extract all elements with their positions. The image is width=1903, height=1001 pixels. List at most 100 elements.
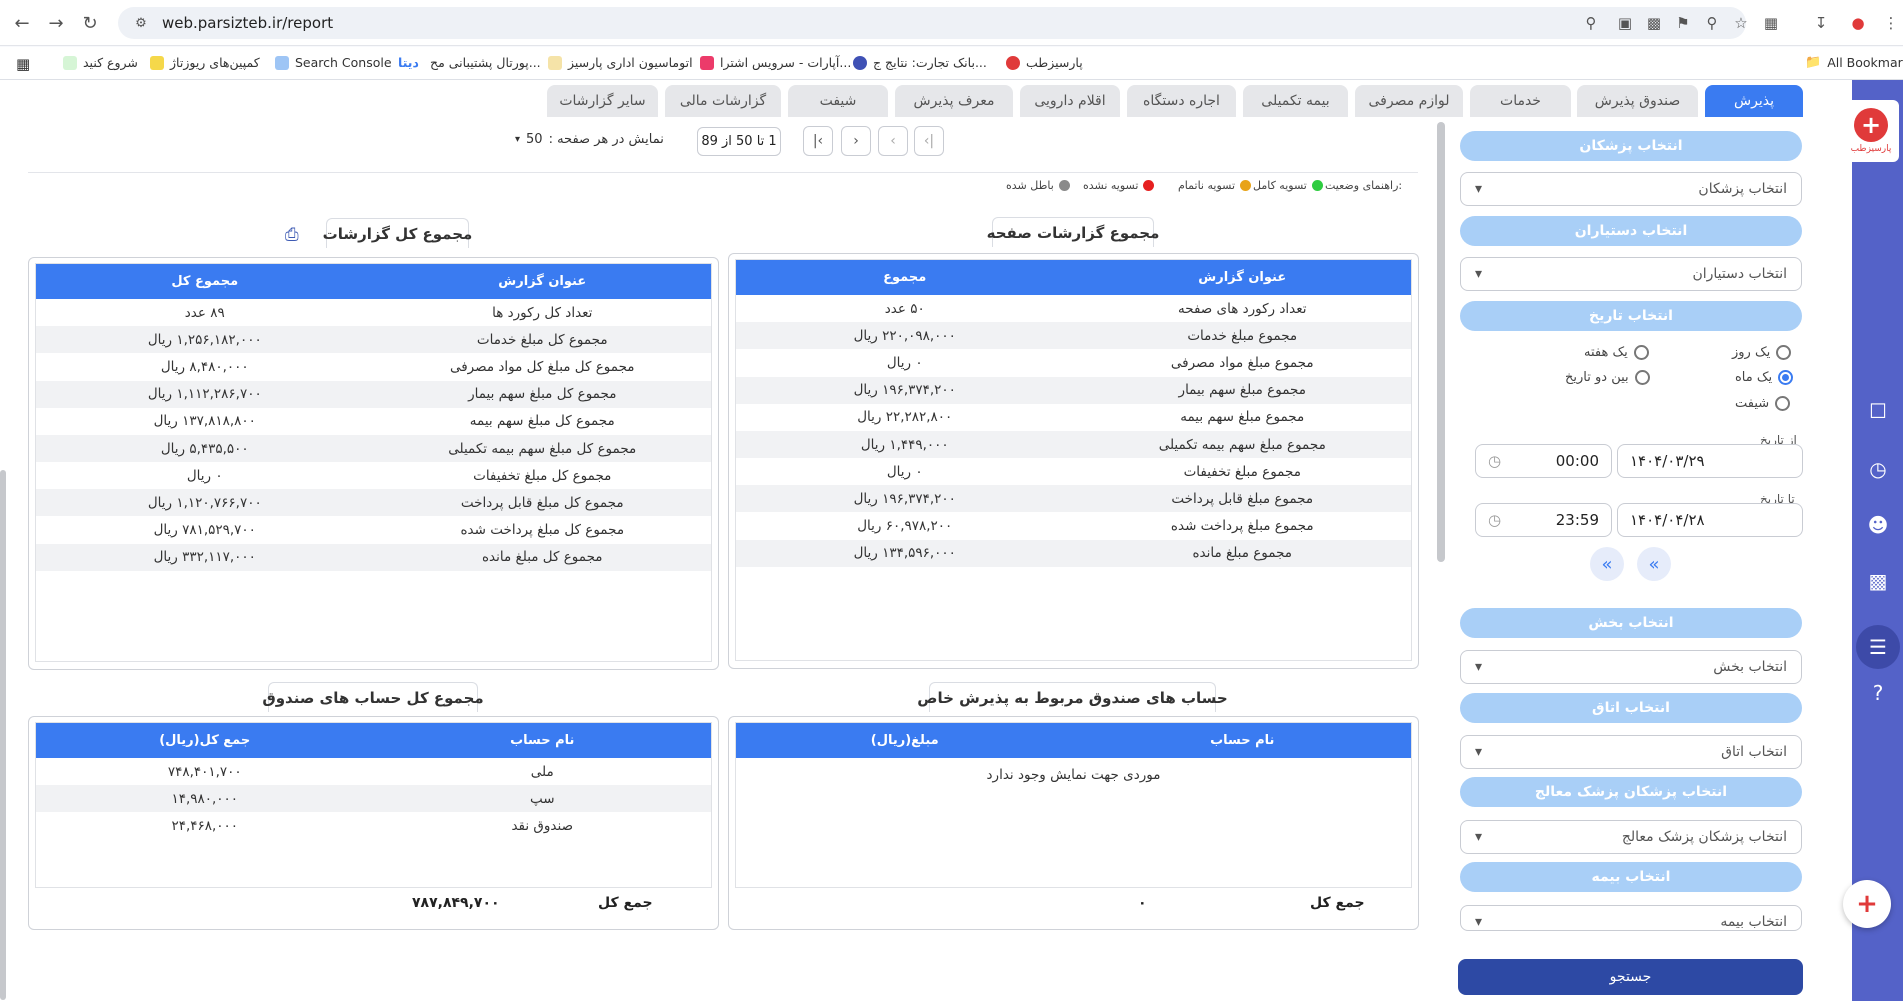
print-icon[interactable]: ⎙ (285, 225, 299, 245)
forward-icon[interactable]: → (44, 11, 68, 35)
install-app-icon[interactable]: ▣ (1614, 12, 1636, 34)
section-select[interactable]: ▾ انتخاب بخش (1460, 650, 1802, 684)
help-icon[interactable]: ? (1865, 680, 1891, 706)
logo-text: پارسیزطب (1850, 144, 1892, 154)
bookmark-item[interactable]: پورتال پشتیبانی مح... (430, 55, 541, 70)
radio-one-week[interactable]: یک هفته (1584, 345, 1649, 360)
bookmark-favicon-icon (63, 55, 77, 70)
radio-circle (1634, 370, 1650, 385)
tab-referrer[interactable]: معرف پذیرش (895, 85, 1013, 117)
table-row: ۱۴,۹۸۰,۰۰۰ سپ (36, 785, 711, 813)
tab-reception-fund[interactable]: صندوق پذیرش (1577, 85, 1698, 117)
tab-financial[interactable]: گزارشات مالی (665, 85, 781, 117)
row-value: ۱۹۶,۳۷۴,۲۰۰ ریال (853, 490, 956, 507)
select-room-button[interactable]: انتخاب اتاق (1460, 693, 1802, 723)
page-scrollbar[interactable] (0, 470, 6, 1000)
bookmark-item[interactable]: اتوماسیون اداری پارسیز (548, 55, 693, 70)
zoom-icon[interactable]: ⚲ (1701, 12, 1723, 34)
column-header: عنوان گزارش (498, 274, 587, 289)
menu-list-icon[interactable]: ☰ (1856, 625, 1900, 669)
select-section-button[interactable]: انتخاب بخش (1460, 608, 1802, 638)
page-summary-title: مجموع گزارشات صفحه (987, 217, 1159, 247)
bookmark-item[interactable]: شروع کنید (63, 55, 138, 70)
table-row: ۳۳۲,۱۱۷,۰۰۰ ریال مجموع کل مبلغ مانده (36, 543, 711, 571)
bookmark-item[interactable]: Search Console (275, 55, 392, 70)
tab-reception[interactable]: پذیرش (1705, 85, 1803, 117)
radio-between-dates[interactable]: بین دو تاریخ (1565, 370, 1650, 385)
radio-circle (1775, 396, 1791, 411)
per-page-value[interactable]: 50 (526, 132, 543, 147)
prev-range-icon[interactable]: « (1637, 547, 1671, 581)
radio-one-day[interactable]: یک روز (1732, 345, 1792, 360)
row-value: ۱,۴۴۹,۰۰۰ ریال (860, 436, 949, 453)
select-date-button[interactable]: انتخاب تاریخ (1460, 301, 1802, 331)
reports-chart-icon[interactable]: ▩ (1865, 568, 1891, 594)
from-date-input[interactable]: ۱۴۰۴/۰۳/۲۹ (1617, 444, 1803, 478)
bookmark-item[interactable]: آپارات - سرویس اشترا... (700, 55, 851, 70)
table-row: ۱۳۴,۵۹۶,۰۰۰ ریال مجموع مبلغ مانده (736, 539, 1411, 567)
password-key-icon[interactable]: ⚲ (1580, 12, 1602, 34)
bookmark-item[interactable]: بانک تجارت: نتایج ج... (853, 55, 987, 70)
to-date-input[interactable]: ۱۴۰۴/۰۴/۲۸ (1617, 503, 1803, 537)
tab-services[interactable]: خدمات (1470, 85, 1571, 117)
profile-extension-icon[interactable]: ● (1847, 12, 1869, 34)
history-clock-icon[interactable]: ◷ (1865, 456, 1891, 482)
support-chat-icon[interactable]: + (1843, 880, 1891, 928)
tab-device-rental[interactable]: اجاره دستگاه (1127, 85, 1236, 117)
users-icon[interactable]: ☻ (1865, 512, 1891, 538)
page-range: 1 تا 50 از 89 (697, 127, 781, 156)
from-time-input[interactable]: ◷ 00:00 (1475, 444, 1612, 478)
to-time-input[interactable]: ◷ 23:59 (1475, 503, 1612, 537)
reload-icon[interactable]: ↻ (78, 11, 102, 35)
download-icon[interactable]: ↧ (1810, 12, 1832, 34)
doctors-select[interactable]: ▾ انتخاب پزشکان (1460, 172, 1802, 206)
radio-shift[interactable]: شیفت (1735, 396, 1791, 411)
back-icon[interactable]: ← (10, 11, 34, 35)
browser-chrome: ← → ↻ ⚙ web.parsizteb.ir/report ⚲ ▣ ▩ ⚑ … (0, 0, 1903, 80)
apps-grid-icon[interactable]: ▦ (16, 55, 30, 73)
insurance-select[interactable]: ▾ انتخاب بیمه (1460, 905, 1802, 931)
assistants-select[interactable]: ▾ انتخاب دستیاران (1460, 257, 1802, 291)
search-button[interactable]: جستجو (1458, 959, 1803, 995)
all-bookmarks[interactable]: 📁All Bookmarks (1805, 55, 1903, 70)
column-header: مجموع کل (171, 274, 239, 289)
table-row: ۱۳۷,۸۱۸,۸۰۰ ریال مجموع کل مبلغ سهم بیمه (36, 408, 711, 435)
row-title: مجموع کل مبلغ مانده (481, 549, 603, 566)
table-row: ۱,۱۲۰,۷۶۶,۷۰۰ ریال مجموع کل مبلغ قابل پرد… (36, 489, 711, 517)
per-page-control[interactable]: نمایش در هر صفحه : 50 ▾ (515, 132, 664, 147)
select-doctors-button[interactable]: انتخاب پزشکان (1460, 131, 1802, 161)
content-scrollbar[interactable] (1437, 122, 1445, 562)
tab-other[interactable]: سایر گزارشات (547, 85, 658, 117)
first-page-icon[interactable]: |‹ (803, 126, 833, 156)
bookmark-star-icon[interactable]: ☆ (1730, 12, 1752, 34)
row-title: مجموع مبلغ تخفیفات (1183, 463, 1301, 480)
tab-supplementary-insurance[interactable]: بیمه تکمیلی (1243, 85, 1348, 117)
bookmark-item[interactable]: پارسیزطب (1006, 55, 1083, 70)
menu-dots-icon[interactable]: ⋮ (1880, 12, 1902, 34)
next-range-icon[interactable]: « (1590, 547, 1624, 581)
url-bar[interactable]: ⚙ web.parsizteb.ir/report (118, 7, 1746, 39)
radio-one-month[interactable]: یک ماه (1735, 370, 1794, 385)
tab-consumables[interactable]: لوازم مصرفی (1355, 85, 1463, 117)
select-treating-doctor-button[interactable]: انتخاب پزشکان پزشک معالج (1460, 777, 1802, 807)
last-page-icon[interactable]: ‹| (914, 126, 944, 156)
cast-icon[interactable]: ▩ (1643, 12, 1665, 34)
prev-page-icon[interactable]: › (841, 126, 871, 156)
bookmark-item[interactable]: کمپین‌های ریوزتاژ (150, 55, 260, 70)
tab-shift[interactable]: شیفت (788, 85, 888, 117)
extensions-icon[interactable]: ▦ (1760, 12, 1782, 34)
next-page-icon[interactable]: ‹ (878, 126, 908, 156)
treating-doctor-select[interactable]: ▾ انتخاب پزشکان پزشک معالج (1460, 820, 1802, 854)
select-assistants-button[interactable]: انتخاب دستیاران (1460, 216, 1802, 246)
bookmark-add-icon[interactable]: ☐ (1865, 398, 1891, 424)
row-value: ۷۸۱,۵۲۹,۷۰۰ ریال (153, 522, 256, 539)
room-select[interactable]: ▾ انتخاب اتاق (1460, 735, 1802, 769)
select-insurance-button[interactable]: انتخاب بیمه (1460, 862, 1802, 892)
row-title: مجموع مبلغ پرداخت شده (1170, 518, 1314, 535)
translate-icon[interactable]: ⚑ (1672, 12, 1694, 34)
site-info-icon[interactable]: ⚙ (132, 14, 150, 32)
tab-drugs[interactable]: اقلام دارویی (1020, 85, 1120, 117)
all-funds-table: جمع کل(ریال) نام حساب ۷۴۸,۴۰۱,۷۰۰ ملی ۱۴,۹… (35, 722, 712, 888)
bookmark-item[interactable]: دیتا (398, 55, 419, 70)
table-header: مجموع کل عنوان گزارش (36, 264, 711, 299)
